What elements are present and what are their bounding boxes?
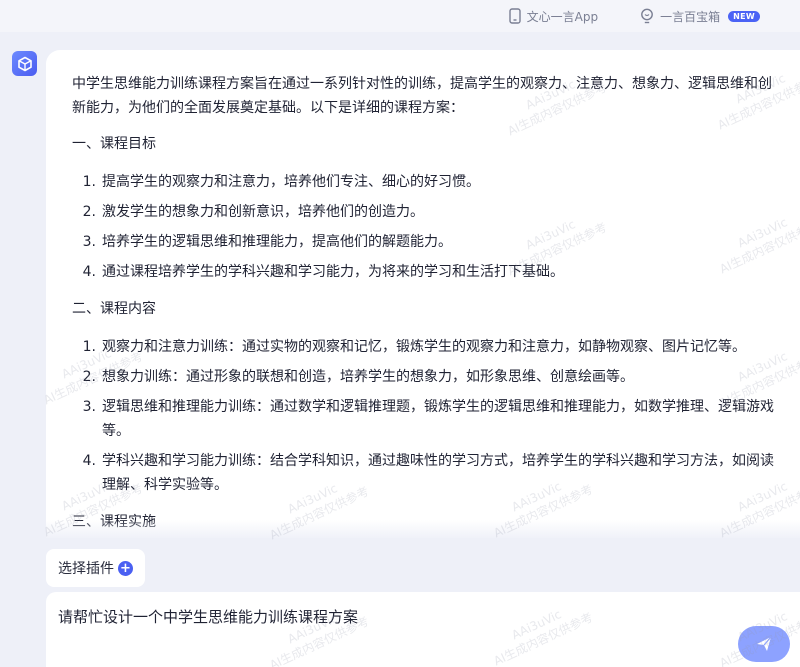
list-item: 1. 提高学生的观察力和注意力，培养他们专注、细心的好习惯。: [80, 170, 776, 194]
list-item: 3. 培养学生的逻辑思维和推理能力，提高他们的解题能力。: [80, 230, 776, 254]
list-item-number: 2.: [82, 369, 96, 385]
plus-icon: +: [118, 560, 133, 576]
list-item-text: 想象力训练：通过形象的联想和创造，培养学生的想象力，如形象思维、创意绘画等。: [102, 369, 634, 385]
new-badge: NEW: [728, 10, 760, 22]
cube-logo-icon: [17, 56, 32, 71]
list-item-number: 4.: [82, 264, 96, 280]
app-download-link[interactable]: 文心一言App: [508, 8, 599, 25]
answer-card: 中学生思维能力训练课程方案旨在通过一系列针对性的训练，提高学生的观察力、注意力、…: [46, 50, 800, 538]
section-list: 1. 观察力和注意力训练：通过实物的观察和记忆，锻炼学生的观察力和注意力，如静物观…: [72, 335, 776, 497]
phone-icon: [508, 8, 521, 24]
treasure-link-label: 一言百宝箱: [660, 9, 721, 24]
list-item: 2. 想象力训练：通过形象的联想和创造，培养学生的想象力，如形象思维、创意绘画等。: [80, 365, 776, 389]
send-icon: [757, 636, 772, 651]
select-plugin-label: 选择插件: [58, 561, 114, 577]
list-item: 3. 逻辑思维和推理能力训练：通过数学和逻辑推理题，锻炼学生的逻辑思维和推理能力，…: [80, 395, 776, 443]
list-item-text: 学科兴趣和学习能力训练：结合学科知识，通过趣味性的学习方式，培养学生的学科兴趣和…: [102, 453, 774, 493]
list-item: 1. 观察力和注意力训练：通过实物的观察和记忆，锻炼学生的观察力和注意力，如静物观…: [80, 335, 776, 359]
list-item-text: 提高学生的观察力和注意力，培养他们专注、细心的好习惯。: [102, 174, 480, 190]
list-item-number: 3.: [82, 399, 96, 415]
send-button[interactable]: [738, 626, 790, 662]
select-plugin-button[interactable]: 选择插件 +: [46, 549, 145, 587]
treasure-box-link[interactable]: 一言百宝箱 NEW: [640, 8, 760, 25]
list-item-number: 2.: [82, 204, 96, 220]
list-item-number: 3.: [82, 234, 96, 250]
prompt-input[interactable]: 请帮忙设计一个中学生思维能力训练课程方案: [46, 592, 800, 667]
bulb-icon: [641, 8, 653, 24]
answer-sections: 一、课程目标 1. 提高学生的观察力和注意力，培养他们专注、细心的好习惯。 2. 激发学…: [72, 132, 776, 534]
list-item-text: 通过课程培养学生的学科兴趣和学习能力，为将来的学习和生活打下基础。: [102, 264, 564, 280]
list-item: 4. 学科兴趣和学习能力训练：结合学科知识，通过趣味性的学习方式，培养学生的学科兴…: [80, 449, 776, 497]
answer-intro: 中学生思维能力训练课程方案旨在通过一系列针对性的训练，提高学生的观察力、注意力、…: [72, 76, 772, 116]
list-item-number: 1.: [82, 174, 96, 190]
list-item: 4. 通过课程培养学生的学科兴趣和学习能力，为将来的学习和生活打下基础。: [80, 260, 776, 284]
section-list: 1. 提高学生的观察力和注意力，培养他们专注、细心的好习惯。 2. 激发学生的想象力和…: [72, 170, 776, 284]
list-item-text: 观察力和注意力训练：通过实物的观察和记忆，锻炼学生的观察力和注意力，如静物观察、…: [102, 339, 746, 355]
section-heading: 二、课程内容: [72, 301, 156, 317]
list-item: 2. 激发学生的想象力和创新意识，培养他们的创造力。: [80, 200, 776, 224]
top-bar: 文心一言App 一言百宝箱 NEW: [0, 0, 800, 32]
section-heading: 一、课程目标: [72, 136, 156, 152]
list-item-text: 培养学生的逻辑思维和推理能力，提高他们的解题能力。: [102, 234, 452, 250]
answer-fade: [46, 520, 800, 540]
list-item-number: 4.: [82, 453, 96, 469]
list-item-text: 激发学生的想象力和创新意识，培养他们的创造力。: [102, 204, 424, 220]
app-link-label: 文心一言App: [526, 9, 599, 24]
bot-avatar: [12, 51, 37, 76]
list-item-text: 逻辑思维和推理能力训练：通过数学和逻辑推理题，锻炼学生的逻辑思维和推理能力，如数…: [102, 399, 774, 439]
list-item-number: 1.: [82, 339, 96, 355]
prompt-input-text[interactable]: 请帮忙设计一个中学生思维能力训练课程方案: [58, 606, 358, 627]
